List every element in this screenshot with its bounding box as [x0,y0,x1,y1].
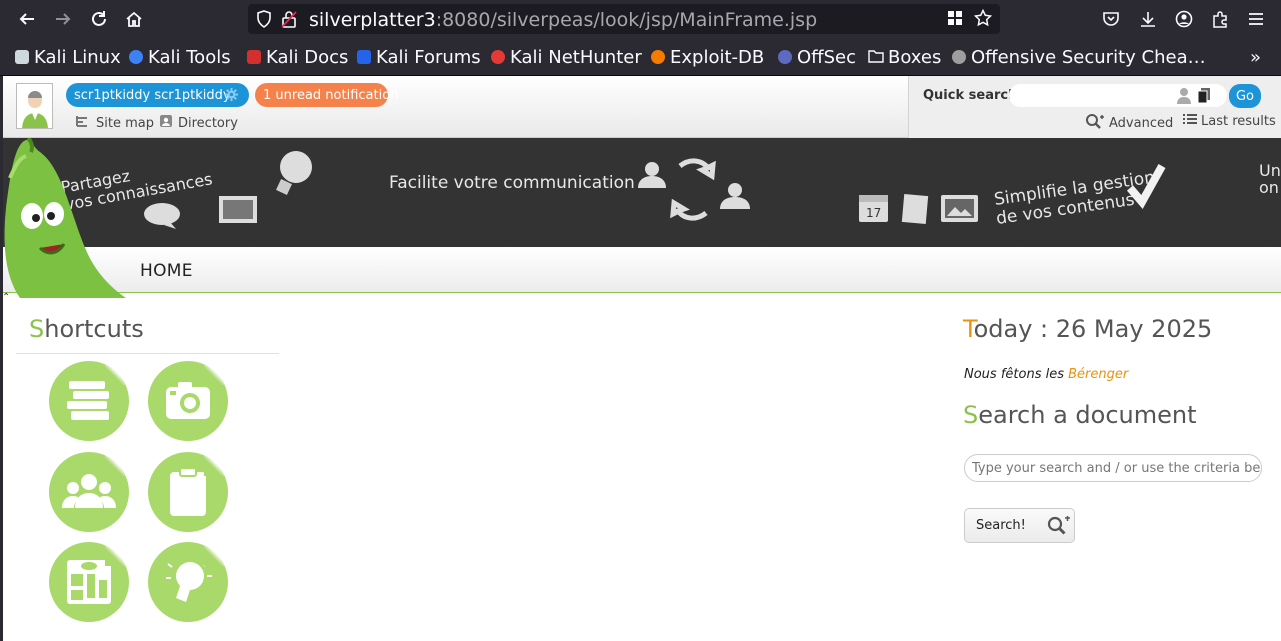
frame-edge [0,76,3,641]
extensions-icon[interactable] [1208,7,1232,31]
planner-icon [67,560,111,604]
camera-icon [166,382,210,419]
account-icon[interactable] [1172,7,1196,31]
url-bar[interactable]: silverplatter3:8080/silverpeas/look/jsp/… [248,4,1000,34]
home-icon[interactable] [122,7,146,31]
today-title: Today : 26 May 2025 [963,315,1213,343]
bookmark-kali-docs[interactable]: Kali Docs [247,46,348,68]
banner: Partagez vos connaissances Facilite votr… [0,138,1281,247]
main-nav: HOME [0,247,1281,293]
reload-icon[interactable] [87,7,111,31]
forward-icon[interactable] [51,7,75,31]
directory-icon [159,114,173,132]
kali-forums-icon [357,50,371,64]
bookmark-boxes-folder[interactable]: Boxes [868,46,941,68]
kali-tools-icon [129,50,143,64]
quick-search-label: Quick search [923,88,1018,103]
bookmarks-toolbar: Kali Linux Kali Tools Kali Docs Kali For… [0,38,1281,76]
shortcut-community[interactable] [49,452,129,532]
svg-text:17: 17 [866,206,881,220]
shortcut-clipboard[interactable] [148,452,228,532]
feast-name-link[interactable]: Bérenger [1068,367,1128,382]
calendar-icon: 17 [859,195,888,222]
insecure-lock-icon[interactable] [281,10,297,32]
exploit-db-icon [651,50,665,64]
shortcut-ideas[interactable] [148,542,228,622]
shortcuts-divider [16,353,279,354]
shortcut-planner[interactable] [49,542,129,622]
user-filter-icon[interactable] [1176,87,1192,108]
list-icon [1182,113,1198,130]
banner-text-communication: Facilite votre communication [389,173,635,193]
bookmark-offsec-cheatsheet[interactable]: Offensive Security Chea… [952,46,1206,68]
image-frame-icon [219,196,257,223]
books-icon [67,381,109,420]
offsec-cheat-icon [952,50,966,64]
bookmark-kali-forums[interactable]: Kali Forums [357,46,481,68]
page-content: scr1ptkiddy scr1ptkiddy 1 unread notific… [0,76,1281,641]
kali-docs-icon [247,50,261,64]
clipboard-icon [170,467,206,516]
bookmark-kali-tools[interactable]: Kali Tools [129,46,231,68]
kali-dragon-icon [15,50,29,64]
avatar[interactable] [16,83,53,129]
banner-text-cut-2: on [1259,178,1279,197]
document-search-input[interactable] [964,454,1262,482]
folder-icon [868,47,884,68]
banner-illustration: Partagez vos connaissances Facilite votr… [59,151,1281,229]
bookmark-kali-nethunter[interactable]: Kali NetHunter [491,46,642,68]
pea-mascot-logo[interactable] [0,138,130,298]
search-document-title: Search a document [963,401,1197,429]
feast-of-day: Nous fêtons les Bérenger [964,367,1129,382]
advanced-search-link[interactable]: Advanced [1085,113,1173,134]
gear-icon[interactable] [224,87,239,106]
lightbulb-icon [166,561,212,602]
site-map-link[interactable]: Site map [75,114,154,132]
bookmark-offsec[interactable]: OffSec [778,46,856,68]
shortcuts-title: Shortcuts [29,315,144,343]
collapse-header-icon[interactable]: ⌃ [2,292,10,303]
silverpeas-topbar: scr1ptkiddy scr1ptkiddy 1 unread notific… [0,76,1281,138]
nav-home-link[interactable]: HOME [140,261,193,281]
last-results-link[interactable]: Last results [1182,113,1276,130]
speech-bubble-icon [144,203,180,229]
users-exchange-icon [638,158,750,221]
browser-toolbar: silverplatter3:8080/silverpeas/look/jsp/… [0,0,1281,38]
notification-badge[interactable]: 1 unread notification [255,83,398,107]
back-icon[interactable] [15,7,39,31]
reader-grid-icon[interactable] [947,10,963,30]
go-button[interactable]: Go [1229,84,1261,108]
search-button[interactable]: Search! [964,508,1075,543]
downloads-icon[interactable] [1136,7,1160,31]
group-icon [62,474,116,508]
quick-search-panel: Quick search Go Advanced Last results [908,76,1281,138]
shortcut-books[interactable] [49,361,129,441]
document-sketch-icon [901,194,929,224]
advanced-search-icon [1085,113,1105,134]
shield-icon[interactable] [256,10,272,32]
bookmark-kali-linux[interactable]: Kali Linux [15,46,121,68]
nethunter-icon [491,50,505,64]
document-filter-icon[interactable] [1197,87,1211,108]
site-map-icon [75,114,91,132]
search-plus-icon [1047,516,1071,540]
menu-icon[interactable] [1244,7,1268,31]
bookmarks-overflow-icon[interactable]: » [1250,46,1261,68]
directory-link[interactable]: Directory [159,114,238,132]
quick-search-input[interactable] [1009,84,1227,107]
bookmark-exploit-db[interactable]: Exploit-DB [651,46,764,68]
url-text[interactable]: silverplatter3:8080/silverpeas/look/jsp/… [309,9,817,31]
photo-icon [941,195,978,222]
user-menu-button[interactable]: scr1ptkiddy scr1ptkiddy [66,83,249,107]
lightbulb-sketch-icon [276,151,312,195]
offsec-icon [778,50,792,64]
bookmark-star-icon[interactable] [973,8,993,31]
shortcut-camera[interactable] [148,361,228,441]
pocket-icon[interactable] [1099,7,1123,31]
